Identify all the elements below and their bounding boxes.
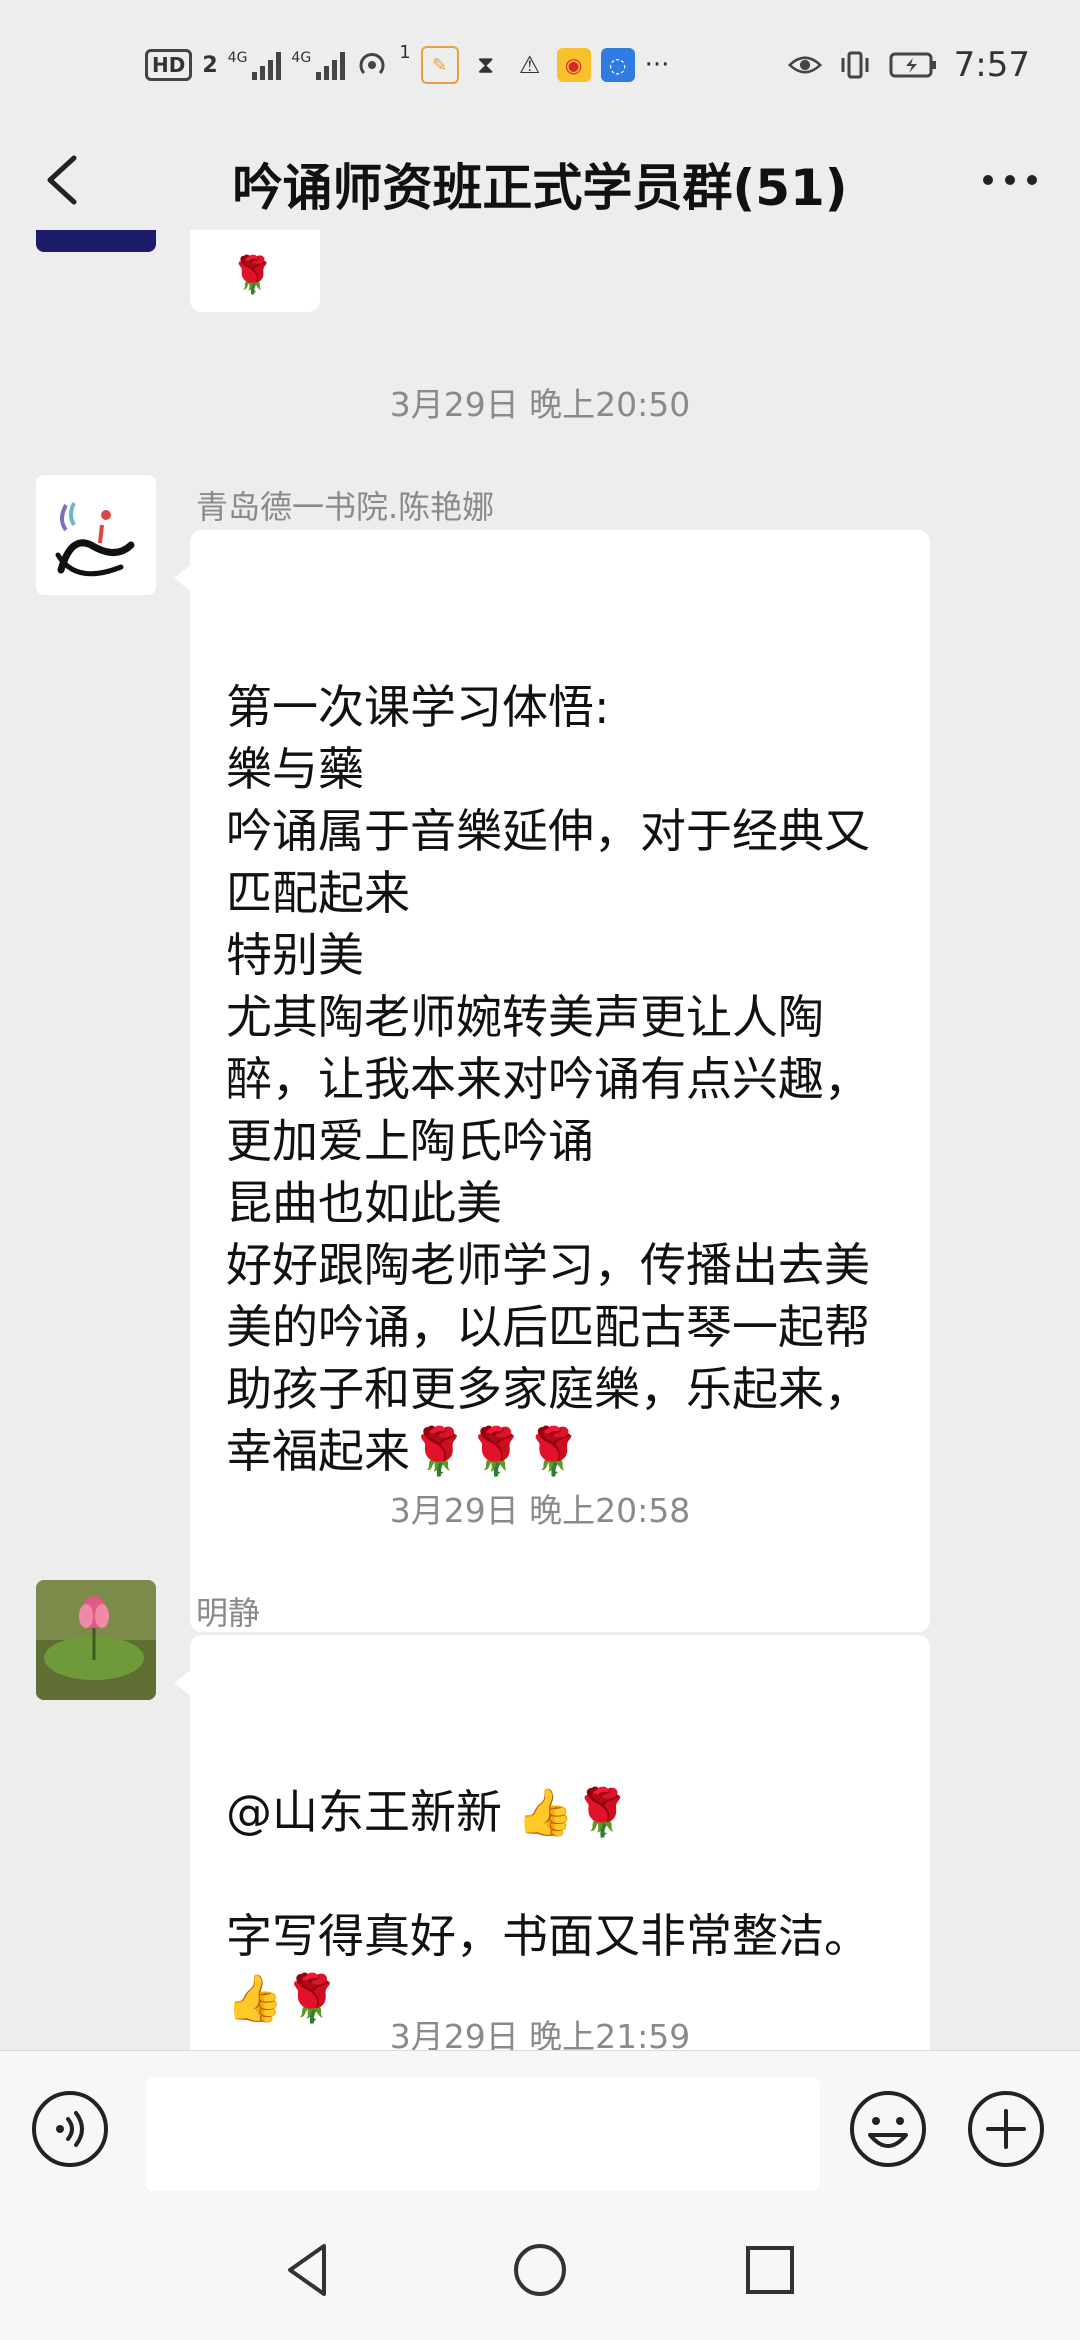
more-actions-button[interactable] xyxy=(966,2089,1046,2169)
eye-icon xyxy=(787,48,822,82)
more-dot-icon xyxy=(1027,175,1037,185)
message-text: @山东王新新 👍🌹 字写得真好，书面又非常整洁。👍🌹 xyxy=(226,1785,870,2025)
lotus-avatar-icon xyxy=(36,1580,156,1700)
message-bubble[interactable]: @山东王新新 👍🌹 字写得真好，书面又非常整洁。👍🌹 xyxy=(174,1635,930,2050)
voice-input-button[interactable] xyxy=(30,2089,110,2169)
triangle-back-icon xyxy=(288,2244,326,2296)
message-list[interactable]: 🌹 3月29日 晚上20:50 青岛德一书院.陈艳娜 第一次课学习体悟: 樂与藥… xyxy=(0,230,1080,2050)
input-bar xyxy=(0,2050,1080,2201)
calligraphy-logo-icon xyxy=(36,475,156,595)
plus-icon xyxy=(968,2091,1044,2167)
avatar[interactable] xyxy=(36,1580,156,1700)
notes-icon: ✎ xyxy=(420,46,459,84)
sender-name: 青岛德一书院.陈艳娜 xyxy=(196,488,495,526)
message-timestamp: 3月29日 晚上20:50 xyxy=(389,385,691,424)
nav-home-button[interactable] xyxy=(500,2230,580,2310)
warning-icon: ⚠ xyxy=(518,51,541,79)
message-timestamp: 3月29日 晚上20:58 xyxy=(389,1491,691,1530)
nav-recents-button[interactable] xyxy=(730,2230,810,2310)
smiley-icon xyxy=(850,2091,926,2167)
signal-icon: 4G xyxy=(228,50,282,80)
status-bar: HD 2 4G 4G 1 ✎ ⧗ ⚠ ◉ ◌ ··· 7:57 xyxy=(0,0,1080,130)
clock: 7:57 xyxy=(953,45,1030,85)
status-left: HD 2 4G 4G 1 ✎ ⧗ ⚠ ◉ ◌ ··· xyxy=(145,42,669,88)
message-timestamp: 3月29日 晚上21:59 xyxy=(389,2017,691,2050)
emoji-button[interactable] xyxy=(848,2089,928,2169)
vibrate-icon xyxy=(838,48,872,82)
hotspot-count: 1 xyxy=(399,42,411,63)
message-bubble[interactable]: 🌹 xyxy=(190,230,320,312)
battery-icon xyxy=(888,48,938,82)
more-dot-icon xyxy=(983,175,993,185)
voice-icon xyxy=(32,2091,108,2167)
signal-icon: 4G xyxy=(291,50,346,80)
system-nav-bar xyxy=(0,2200,1080,2340)
hotspot-icon xyxy=(355,48,389,82)
lightbulb-icon: ◌ xyxy=(600,48,635,82)
message-input[interactable] xyxy=(146,2077,820,2191)
sim-number: 2 xyxy=(202,52,218,78)
message-bubble[interactable]: 第一次课学习体悟: 樂与藥 吟诵属于音樂延伸，对于经典又匹配起来 特别美 尤其陶… xyxy=(174,530,930,1632)
more-options-button[interactable] xyxy=(970,150,1050,210)
square-recents-icon xyxy=(746,2246,794,2294)
more-notifications-icon: ··· xyxy=(644,50,670,80)
chat-header: 吟诵师资班正式学员群(51) xyxy=(0,130,1080,230)
page-title: 吟诵师资班正式学员群(51) xyxy=(232,159,848,217)
status-right: 7:57 xyxy=(787,42,1030,88)
weibo-icon: ◉ xyxy=(556,48,591,82)
hd-badge: HD xyxy=(145,49,193,81)
avatar[interactable] xyxy=(36,230,156,252)
hourglass-icon: ⧗ xyxy=(477,51,495,79)
avatar[interactable] xyxy=(36,475,156,595)
sender-name: 明静 xyxy=(196,1594,261,1632)
message-text: 🌹 xyxy=(230,255,275,296)
more-dot-icon xyxy=(1005,175,1015,185)
circle-home-icon xyxy=(514,2244,566,2296)
nav-back-button[interactable] xyxy=(268,2230,348,2310)
message-text: 第一次课学习体悟: 樂与藥 吟诵属于音樂延伸，对于经典又匹配起来 特别美 尤其陶… xyxy=(226,680,870,1478)
